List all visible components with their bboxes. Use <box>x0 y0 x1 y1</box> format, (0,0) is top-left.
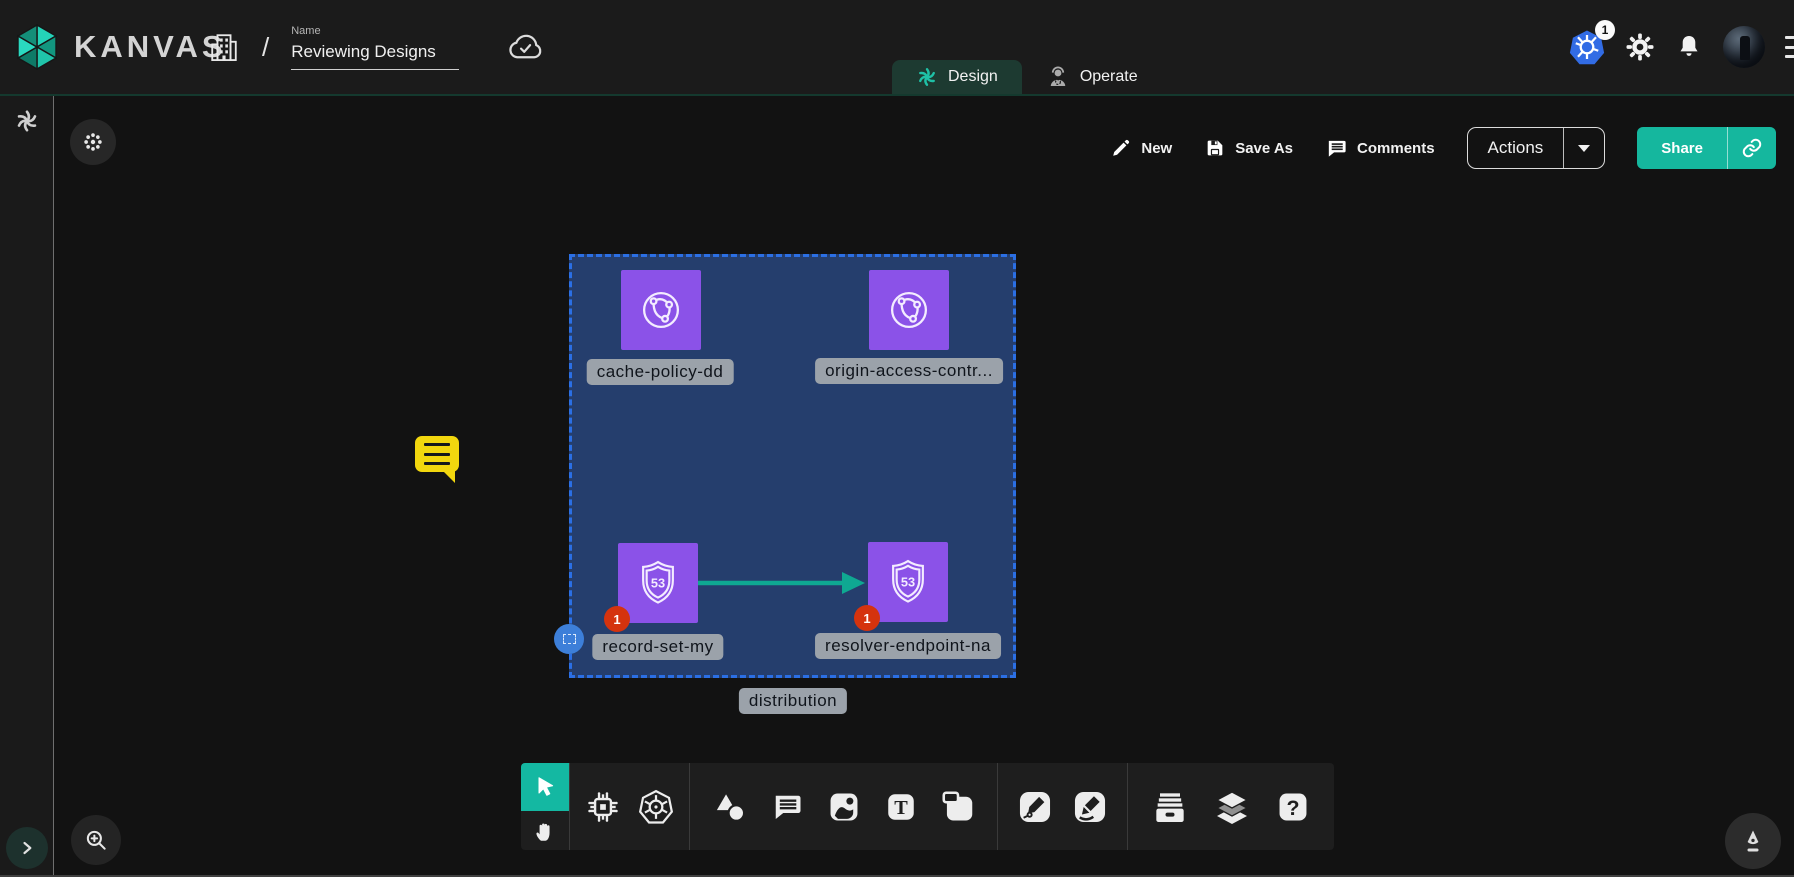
svg-text:53: 53 <box>651 576 665 591</box>
pen-nib-icon <box>1739 827 1767 855</box>
meshery-swirl-icon <box>14 108 40 134</box>
tool-shapes[interactable] <box>711 788 749 826</box>
notifications-bell-icon[interactable] <box>1675 33 1703 61</box>
tool-layers[interactable] <box>1212 787 1252 827</box>
tool-select-cursor[interactable] <box>521 763 569 811</box>
group-label-distribution[interactable]: distribution <box>739 688 847 714</box>
svg-text:?: ? <box>1286 795 1299 819</box>
whiteboard-flower-button[interactable] <box>70 119 116 165</box>
menu-icon[interactable] <box>1785 36 1794 58</box>
actions-dropdown-caret[interactable] <box>1564 128 1604 168</box>
k8s-context-count-badge: 1 <box>1595 20 1615 40</box>
route53-shield-icon: 53 <box>631 556 685 610</box>
tool-freehand-pencil[interactable] <box>1071 788 1109 826</box>
new-button[interactable]: New <box>1110 137 1172 159</box>
cloudfront-globe-icon <box>634 283 688 337</box>
tab-design-label: Design <box>948 68 998 86</box>
svg-text:T: T <box>894 797 908 819</box>
mode-tabs: Design Operate <box>892 60 1162 94</box>
kubernetes-context-button[interactable]: 1 <box>1569 28 1605 66</box>
tool-text[interactable]: T <box>883 789 919 825</box>
settings-gear-icon[interactable] <box>1625 32 1655 62</box>
tool-component-chip[interactable] <box>584 788 622 826</box>
group-resize-handle[interactable] <box>554 624 584 654</box>
design-name-field: Name <box>291 25 459 70</box>
tool-comment[interactable] <box>769 789 805 825</box>
pen-mode-button[interactable] <box>1725 813 1781 869</box>
comments-label: Comments <box>1357 140 1435 157</box>
node-label-cache-policy[interactable]: cache-policy-dd <box>587 359 734 385</box>
tab-design[interactable]: Design <box>892 60 1022 94</box>
node-record-set[interactable]: 53 <box>618 543 698 623</box>
node-label-origin-access[interactable]: origin-access-contr... <box>815 358 1003 384</box>
node-resolver-endpoint[interactable]: 53 <box>868 542 948 622</box>
flower-icon <box>82 131 104 153</box>
tool-kubernetes-wheel[interactable] <box>637 788 675 826</box>
actions-label[interactable]: Actions <box>1468 128 1565 168</box>
hand-icon <box>532 818 558 844</box>
save-as-label: Save As <box>1235 140 1293 157</box>
new-label: New <box>1141 140 1172 157</box>
route53-shield-icon: 53 <box>881 555 935 609</box>
kanvas-logo-icon <box>14 24 60 70</box>
cursor-arrow-icon <box>532 774 558 800</box>
actions-split-button[interactable]: Actions <box>1467 127 1606 169</box>
left-sidebar <box>0 96 54 877</box>
comments-button[interactable]: Comments <box>1325 137 1435 160</box>
design-swirl-icon <box>916 66 938 88</box>
node-error-badge[interactable]: 1 <box>604 606 630 632</box>
node-error-badge[interactable]: 1 <box>854 605 880 631</box>
cloudfront-globe-icon <box>882 283 936 337</box>
tab-operate[interactable]: Operate <box>1022 60 1162 94</box>
node-label-resolver-endpoint[interactable]: resolver-endpoint-na <box>815 633 1001 659</box>
organization-icon[interactable] <box>208 30 240 64</box>
comment-icon <box>1325 137 1348 160</box>
breadcrumb-separator: / <box>262 32 269 63</box>
tool-edge-pen[interactable] <box>1016 788 1054 826</box>
share-split-button[interactable]: Share <box>1637 127 1776 169</box>
operate-person-icon <box>1046 65 1070 89</box>
design-canvas[interactable]: New Save As <box>55 96 1794 877</box>
svg-text:53: 53 <box>901 575 915 590</box>
tool-drawer[interactable] <box>1150 787 1190 827</box>
tool-help[interactable]: ? <box>1274 788 1312 826</box>
node-label-record-set[interactable]: record-set-my <box>592 634 723 660</box>
tool-image[interactable] <box>825 788 863 826</box>
zoom-in-button[interactable] <box>71 815 121 865</box>
node-origin-access[interactable] <box>869 270 949 350</box>
design-action-toolbar: New Save As <box>1110 126 1776 170</box>
app-header: KANVAS / Name <box>0 0 1794 96</box>
cloud-saved-icon <box>507 33 545 61</box>
node-cache-policy[interactable] <box>621 270 701 350</box>
tool-frame[interactable] <box>939 788 977 826</box>
user-avatar[interactable] <box>1723 26 1765 68</box>
pencil-icon <box>1110 137 1132 159</box>
tool-dock: T <box>521 763 1334 850</box>
brand[interactable]: KANVAS <box>14 24 227 70</box>
share-label[interactable]: Share <box>1637 127 1727 169</box>
design-name-label: Name <box>291 25 459 37</box>
zoom-in-icon <box>83 827 109 853</box>
tab-operate-label: Operate <box>1080 68 1138 86</box>
selected-group-distribution[interactable]: 53 53 1 1 cache-policy-dd origin-access-… <box>569 254 1016 678</box>
design-name-input[interactable] <box>291 40 459 70</box>
copy-link-icon[interactable] <box>1728 127 1776 169</box>
brand-wordmark: KANVAS <box>74 29 227 65</box>
chevron-right-icon <box>17 838 37 858</box>
canvas-comment-marker[interactable] <box>415 436 459 472</box>
tool-pan-hand[interactable] <box>521 811 569 850</box>
save-as-button[interactable]: Save As <box>1204 137 1293 159</box>
save-icon <box>1204 137 1226 159</box>
sidebar-expand-button[interactable] <box>6 827 48 869</box>
